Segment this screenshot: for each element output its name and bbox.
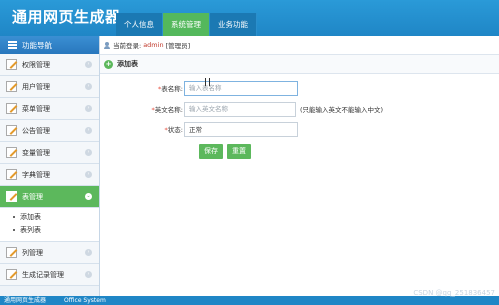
form-row-english-name: *英文名称: (只能输入英文不能输入中文) — [100, 101, 383, 117]
tab-business-functions[interactable]: 业务功能 — [210, 13, 257, 36]
menu-icon — [8, 40, 17, 51]
edit-icon — [6, 81, 17, 92]
edit-icon — [6, 247, 17, 258]
table-name-input[interactable] — [184, 80, 298, 96]
edit-icon — [6, 169, 17, 180]
edit-icon — [6, 59, 17, 70]
app-header: 通用网页生成器 个人信息 系统管理 业务功能 — [0, 0, 499, 36]
top-nav: 个人信息 系统管理 业务功能 — [116, 13, 257, 36]
panel-title: + 添加表 — [100, 55, 499, 74]
edit-icon — [6, 125, 17, 136]
sidebar-item-users[interactable]: 用户管理 › — [0, 76, 99, 98]
sidebar-item-label: 字典管理 — [22, 170, 50, 179]
sidebar-item-label: 用户管理 — [22, 82, 50, 91]
sidebar-item-label: 变量管理 — [22, 148, 50, 157]
chevron-right-icon: › — [85, 127, 92, 134]
sidebar-item-dictionary[interactable]: 字典管理 › — [0, 164, 99, 186]
sidebar-item-variables[interactable]: 变量管理 › — [0, 142, 99, 164]
edit-icon — [6, 269, 17, 280]
chevron-right-icon: › — [85, 249, 92, 256]
sidebar-item-label: 公告管理 — [22, 126, 50, 135]
sidebar-item-permissions[interactable]: 权限管理 › — [0, 54, 99, 76]
sidebar-subitem-add-table[interactable]: 添加表 — [0, 211, 99, 224]
sidebar-item-label: 权限管理 — [22, 60, 50, 69]
tab-system-management[interactable]: 系统管理 — [163, 13, 210, 36]
main-content: 当前登录: admin [管理员] + 添加表 *表名称: *英文名称: (只能… — [100, 36, 499, 296]
table-name-label: *表名称: — [158, 85, 183, 93]
watermark: CSDN @qq_251836457 — [413, 289, 495, 297]
save-button[interactable]: 保存 — [199, 144, 223, 159]
chevron-down-icon: ⌄ — [85, 193, 92, 200]
sidebar-item-label: 列管理 — [22, 248, 43, 257]
login-label: 当前登录: — [113, 42, 142, 50]
footer-system-name: Office System — [64, 297, 106, 304]
form-row-status: *状态: — [100, 121, 298, 137]
sidebar-heading: 功能导航 — [0, 36, 99, 54]
sidebar-item-generation-records[interactable]: 生成记录管理 › — [0, 264, 99, 286]
sidebar-item-label: 表管理 — [22, 192, 43, 201]
sidebar: 功能导航 权限管理 › 用户管理 › 菜单管理 › 公告管理 › 变量管理 › 字典管理 ›… — [0, 36, 100, 296]
english-name-input[interactable] — [184, 101, 296, 117]
user-icon — [104, 41, 110, 49]
sidebar-item-menus[interactable]: 菜单管理 › — [0, 98, 99, 120]
edit-icon — [6, 147, 17, 158]
tab-personal-info[interactable]: 个人信息 — [116, 13, 163, 36]
app-title: 通用网页生成器 — [12, 8, 121, 26]
form-row-table-name: *表名称: — [100, 80, 298, 96]
chevron-right-icon: › — [85, 149, 92, 156]
login-role: [管理员] — [165, 42, 191, 50]
edit-icon — [6, 103, 17, 114]
login-bar: 当前登录: admin [管理员] — [100, 36, 499, 55]
status-field[interactable] — [184, 121, 298, 137]
sidebar-subitem-table-list[interactable]: 表列表 — [0, 224, 99, 237]
panel-title-label: 添加表 — [117, 60, 138, 68]
english-name-label: *英文名称: — [151, 106, 183, 114]
add-icon: + — [104, 59, 113, 69]
text-cursor-icon — [205, 78, 210, 86]
chevron-right-icon: › — [85, 171, 92, 178]
chevron-right-icon: › — [85, 83, 92, 90]
footer-app-name: 通用网页生成器 — [4, 297, 47, 304]
footer: 通用网页生成器 Office System CSDN @qq_251836457 — [0, 289, 499, 305]
reset-button[interactable]: 重置 — [227, 144, 251, 159]
status-label: *状态: — [164, 126, 183, 134]
chevron-right-icon: › — [85, 271, 92, 278]
sidebar-item-label: 菜单管理 — [22, 104, 50, 113]
sidebar-item-announcements[interactable]: 公告管理 › — [0, 120, 99, 142]
chevron-right-icon: › — [85, 105, 92, 112]
sidebar-item-tables[interactable]: 表管理 ⌄ — [0, 186, 99, 208]
sidebar-item-label: 生成记录管理 — [22, 270, 64, 279]
sidebar-heading-label: 功能导航 — [22, 40, 52, 50]
sidebar-item-columns[interactable]: 列管理 › — [0, 242, 99, 264]
sidebar-submenu: 添加表 表列表 — [0, 208, 99, 242]
edit-icon — [6, 191, 17, 202]
chevron-right-icon: › — [85, 61, 92, 68]
english-name-hint: (只能输入英文不能输入中文) — [300, 106, 384, 114]
login-username: admin — [143, 41, 164, 49]
